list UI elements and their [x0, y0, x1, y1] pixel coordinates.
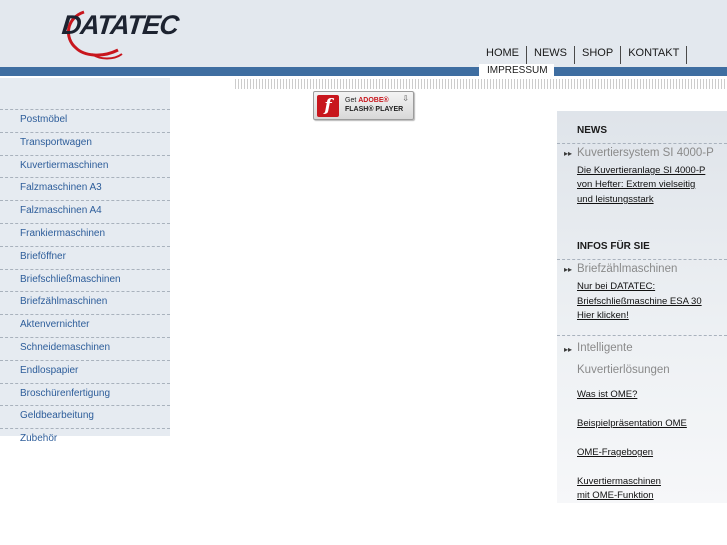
left-sidebar: Postmöbel Transportwagen Kuvertiermaschi…	[0, 78, 170, 444]
flash-get: Get	[345, 97, 357, 104]
sidebar-item-kuvertiermaschinen[interactable]: Kuvertiermaschinen	[0, 156, 170, 179]
sidebar-item-zubehoer[interactable]: Zubehör	[0, 429, 170, 452]
sidebar-header	[0, 78, 170, 110]
link-kuvertiermaschinen-ome-line2[interactable]: mit OME-Funktion	[577, 489, 654, 504]
infos-heading: INFOS FÜR SIE	[577, 241, 650, 252]
arrow-right-icon: ▸▸	[564, 345, 573, 354]
arrow-right-icon: ▸▸	[564, 149, 573, 158]
ome-divider	[557, 335, 727, 336]
news-divider	[557, 143, 727, 144]
infos-link-line3[interactable]: Hier klicken!	[577, 309, 629, 324]
sidebar-item-aktenvernichter[interactable]: Aktenvernichter	[0, 315, 170, 338]
sidebar-item-endlospapier[interactable]: Endlospapier	[0, 361, 170, 384]
ome-subtitle-line2: Kuvertierlösungen	[577, 364, 670, 376]
link-ome-fragebogen[interactable]: OME-Fragebogen	[577, 446, 653, 461]
ome-subtitle-line1: Intelligente	[577, 342, 633, 354]
link-beispielpraesentation-ome[interactable]: Beispielpräsentation OME	[577, 417, 687, 432]
news-heading: NEWS	[577, 125, 607, 136]
sidebar-item-falzmaschinen-a4[interactable]: Falzmaschinen A4	[0, 201, 170, 224]
sidebar-item-brieffoeffner[interactable]: Brieföffner	[0, 247, 170, 270]
flash-logo-icon: f	[317, 95, 339, 117]
page: DATATEC HOME NEWS SHOP KONTAKT IMPRESSUM…	[0, 0, 727, 545]
get-flash-player-button[interactable]: f Get ADOBE® FLASH® PLAYER ⇩	[313, 91, 414, 120]
sidebar-item-briefzaehlmaschinen[interactable]: Briefzählmaschinen	[0, 292, 170, 316]
sidebar-item-frankiermaschinen[interactable]: Frankiermaschinen	[0, 224, 170, 247]
header: DATATEC HOME NEWS SHOP KONTAKT	[0, 0, 727, 67]
download-arrow-icon: ⇩	[402, 94, 409, 103]
sidebar-item-schneidemaschinen[interactable]: Schneidemaschinen	[0, 338, 170, 361]
news-link-line2[interactable]: von Hefter: Extrem vielseitig	[577, 178, 695, 193]
sidebar-item-falzmaschinen-a3[interactable]: Falzmaschinen A3	[0, 178, 170, 202]
infos-link-line1[interactable]: Nur bei DATATEC:	[577, 280, 655, 295]
top-navigation: HOME NEWS SHOP KONTAKT	[479, 46, 688, 64]
nav-impressum[interactable]: IMPRESSUM	[479, 64, 554, 78]
logo-text: DATATEC	[60, 10, 180, 40]
infos-subtitle-briefzaehl: Briefzählmaschinen	[577, 263, 678, 275]
sidebar-item-briefschliessmaschinen[interactable]: Briefschließmaschinen	[0, 270, 170, 293]
link-was-ist-ome[interactable]: Was ist OME?	[577, 388, 637, 403]
link-kuvertiermaschinen-ome-line1[interactable]: Kuvertiermaschinen	[577, 475, 661, 490]
right-sidebar: NEWS ▸▸ Kuvertiersystem SI 4000-P Die Ku…	[557, 111, 727, 503]
datatec-logo[interactable]: DATATEC	[60, 8, 180, 64]
nav-news[interactable]: NEWS	[527, 46, 575, 64]
sidebar-item-postmoebel[interactable]: Postmöbel	[0, 110, 170, 133]
news-subtitle: Kuvertiersystem SI 4000-P	[577, 147, 714, 159]
flash-adobe: ADOBE®	[358, 97, 389, 104]
arrow-right-icon: ▸▸	[564, 265, 573, 274]
news-link-line1[interactable]: Die Kuvertieranlage SI 4000-P	[577, 164, 705, 179]
nav-home[interactable]: HOME	[479, 46, 527, 64]
nav-shop[interactable]: SHOP	[575, 46, 622, 64]
nav-kontakt[interactable]: KONTAKT	[621, 46, 688, 64]
accent-bar	[0, 67, 727, 76]
infos-divider	[557, 259, 727, 260]
infos-link-line2[interactable]: Briefschließmaschine ESA 30	[577, 295, 702, 310]
sidebar-item-transportwagen[interactable]: Transportwagen	[0, 133, 170, 156]
news-link-line3[interactable]: und leistungsstark	[577, 193, 654, 208]
sidebar-item-geldbearbeitung[interactable]: Geldbearbeitung	[0, 406, 170, 430]
dotted-divider	[235, 79, 727, 89]
sidebar-item-broschuerenfertigung[interactable]: Broschürenfertigung	[0, 384, 170, 407]
flash-line1: Get ADOBE®	[345, 97, 389, 104]
flash-product: FLASH® PLAYER	[345, 106, 404, 113]
